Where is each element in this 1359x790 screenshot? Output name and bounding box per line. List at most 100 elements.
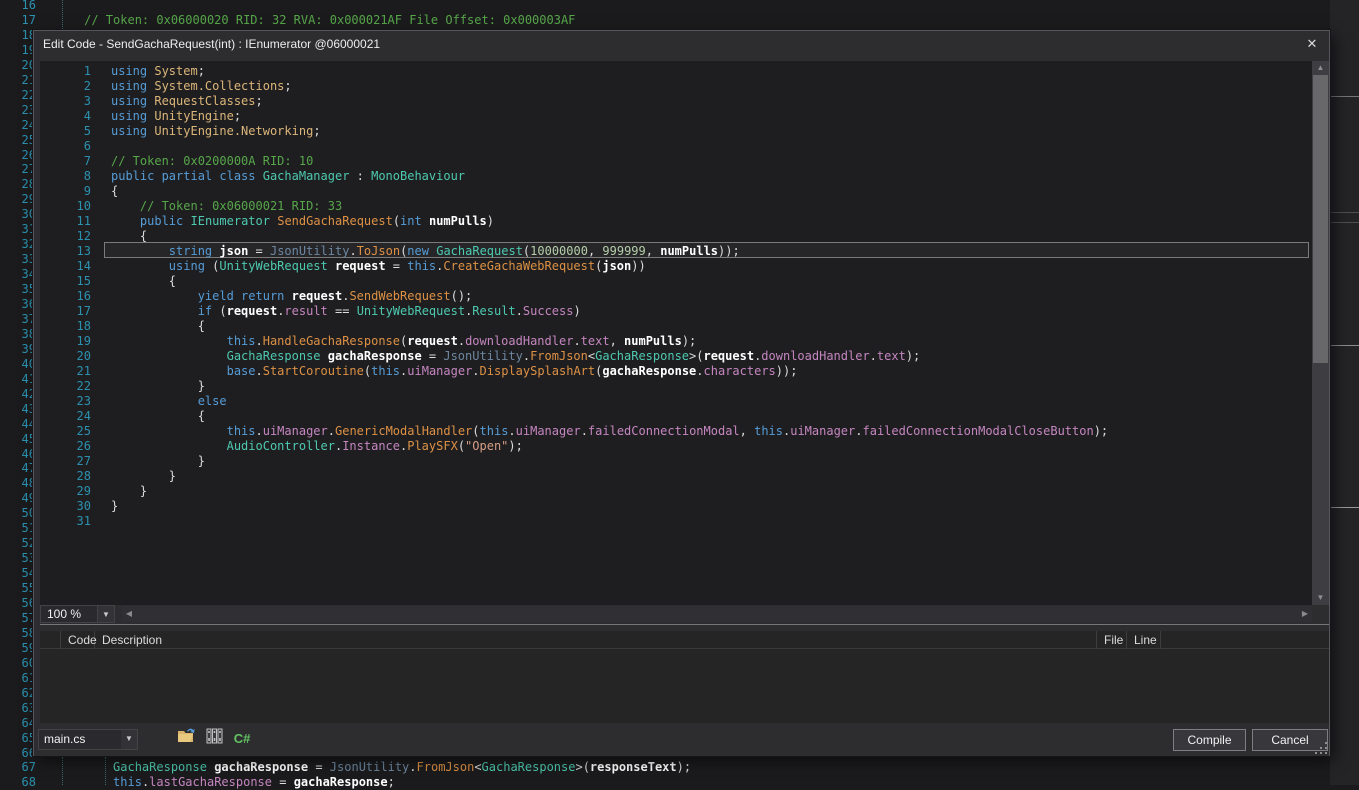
line-number: 16	[22, 0, 36, 13]
line-number: 17	[22, 13, 36, 28]
code-text: else	[111, 394, 227, 409]
background-code-line: // Token: 0x06000020 RID: 32 RVA: 0x0000…	[48, 13, 575, 28]
code-text: }	[111, 469, 176, 484]
editor-bottom-row: 100 % ▼ ◀ ▶	[40, 605, 1329, 623]
chevron-down-icon: ▼	[121, 730, 137, 749]
line-number: 5	[40, 124, 91, 139]
line-number: 25	[40, 424, 91, 439]
line-number: 20	[40, 349, 91, 364]
code-line: 3using RequestClasses;	[40, 94, 1312, 109]
code-line: 13 string json = JsonUtility.ToJson(new …	[40, 244, 1312, 259]
scroll-left-icon[interactable]: ◀	[122, 606, 136, 622]
code-text: using System.Collections;	[111, 79, 292, 94]
scroll-right-icon[interactable]: ▶	[1298, 606, 1312, 622]
code-text: public IEnumerator SendGachaRequest(int …	[111, 214, 494, 229]
edit-code-dialog: Edit Code - SendGachaRequest(int) : IEnu…	[33, 30, 1330, 756]
code-text: this.uiManager.GenericModalHandler(this.…	[111, 424, 1108, 439]
chevron-down-icon[interactable]: ▼	[97, 605, 115, 623]
line-number: 12	[40, 229, 91, 244]
code-text: this.HandleGachaResponse(request.downloa…	[111, 334, 696, 349]
code-line: 7// Token: 0x0200000A RID: 10	[40, 154, 1312, 169]
scroll-up-icon[interactable]: ▲	[1312, 61, 1329, 75]
indent-guide	[62, 0, 63, 29]
column-filler	[1161, 631, 1329, 649]
close-icon[interactable]: ✕	[1301, 34, 1323, 54]
code-line: 29 }	[40, 484, 1312, 499]
code-line: 22 }	[40, 379, 1312, 394]
strip-line	[1330, 507, 1359, 508]
code-line: 25 this.uiManager.GenericModalHandler(th…	[40, 424, 1312, 439]
code-line: 17 if (request.result == UnityWebRequest…	[40, 304, 1312, 319]
code-line: 21 base.StartCoroutine(this.uiManager.Di…	[40, 364, 1312, 379]
resize-grip[interactable]	[1315, 742, 1328, 755]
open-folder-icon	[177, 728, 196, 743]
column-line[interactable]: Line	[1127, 631, 1161, 649]
line-number: 6	[40, 139, 91, 154]
column-severity[interactable]	[40, 631, 61, 649]
column-code[interactable]: Code	[61, 631, 95, 649]
code-text: using (UnityWebRequest request = this.Cr…	[111, 259, 646, 274]
compiler-error-list: Code Description File Line	[40, 631, 1329, 723]
line-number: 19	[40, 334, 91, 349]
background-right-strip	[1330, 0, 1359, 785]
code-line: 1using System;	[40, 64, 1312, 79]
code-line: 30}	[40, 499, 1312, 514]
code-line: 15 {	[40, 274, 1312, 289]
code-line: 8 public partial class GachaManager : Mon…	[40, 169, 1312, 184]
line-number: 26	[40, 439, 91, 454]
code-text: public partial class GachaManager : Mono…	[111, 169, 465, 184]
code-text: base.StartCoroutine(this.uiManager.Displ…	[111, 364, 797, 379]
horizontal-scrollbar[interactable]: ◀ ▶	[122, 606, 1312, 622]
error-list-header: Code Description File Line	[40, 631, 1329, 649]
code-text: using RequestClasses;	[111, 94, 263, 109]
code-text: {	[111, 409, 205, 424]
code-line: 4using UnityEngine;	[40, 109, 1312, 124]
line-number: 1	[40, 64, 91, 79]
dialog-bottom-bar: main.cs ▼ C#	[34, 723, 1329, 756]
code-text: using UnityEngine.Networking;	[111, 124, 321, 139]
line-number: 22	[40, 379, 91, 394]
compile-button[interactable]: Compile	[1173, 729, 1246, 751]
line-number: 67	[22, 760, 36, 775]
line-number: 21	[40, 364, 91, 379]
line-number: 23	[40, 394, 91, 409]
code-line: 19 this.HandleGachaResponse(request.down…	[40, 334, 1312, 349]
line-number: 30	[40, 499, 91, 514]
line-number: 8	[40, 169, 91, 184]
dialog-titlebar[interactable]: Edit Code - SendGachaRequest(int) : IEnu…	[34, 31, 1329, 57]
vertical-scrollbar-thumb[interactable]	[1313, 75, 1328, 363]
vertical-scrollbar[interactable]: ▲ ▼	[1312, 61, 1329, 605]
code-text: {	[111, 319, 205, 334]
code-text: {	[111, 184, 118, 199]
code-line: 14 using (UnityWebRequest request = this…	[40, 259, 1312, 274]
line-number: 7	[40, 154, 91, 169]
column-file[interactable]: File	[1097, 631, 1127, 649]
scroll-down-icon[interactable]: ▼	[1312, 591, 1329, 605]
code-line: 20 GachaResponse gachaResponse = JsonUti…	[40, 349, 1312, 364]
csharp-icon: C#	[234, 731, 251, 746]
code-text: GachaResponse gachaResponse = JsonUtilit…	[111, 349, 920, 364]
code-text: }	[111, 499, 118, 514]
csharp-file-button[interactable]: C#	[231, 728, 253, 750]
code-line: 23 else	[40, 394, 1312, 409]
code-text: yield return request.SendWebRequest();	[111, 289, 472, 304]
strip-line	[1330, 222, 1359, 223]
grid-splitter[interactable]	[40, 624, 1329, 625]
code-text: if (request.result == UnityWebRequest.Re…	[111, 304, 581, 319]
code-line: 18 {	[40, 319, 1312, 334]
zoom-select[interactable]: 100 %	[40, 605, 98, 623]
code-line: 10 // Token: 0x06000021 RID: 33	[40, 199, 1312, 214]
code-line: 16 yield return request.SendWebRequest()…	[40, 289, 1312, 304]
line-number: 2	[40, 79, 91, 94]
add-document-button[interactable]	[175, 728, 197, 750]
line-number: 31	[40, 514, 91, 529]
code-editor[interactable]: 1using System;2 using System.Collections;…	[40, 61, 1312, 605]
background-code-line: this.lastGachaResponse = gachaResponse;	[48, 775, 395, 790]
background-code-line: GachaResponse gachaResponse = JsonUtilit…	[48, 760, 691, 775]
add-assembly-reference-button[interactable]	[203, 728, 225, 750]
line-number: 11	[40, 214, 91, 229]
code-line: 2 using System.Collections;	[40, 79, 1312, 94]
file-select[interactable]: main.cs ▼	[38, 729, 138, 750]
line-number: 68	[22, 775, 36, 790]
column-description[interactable]: Description	[95, 631, 1097, 649]
